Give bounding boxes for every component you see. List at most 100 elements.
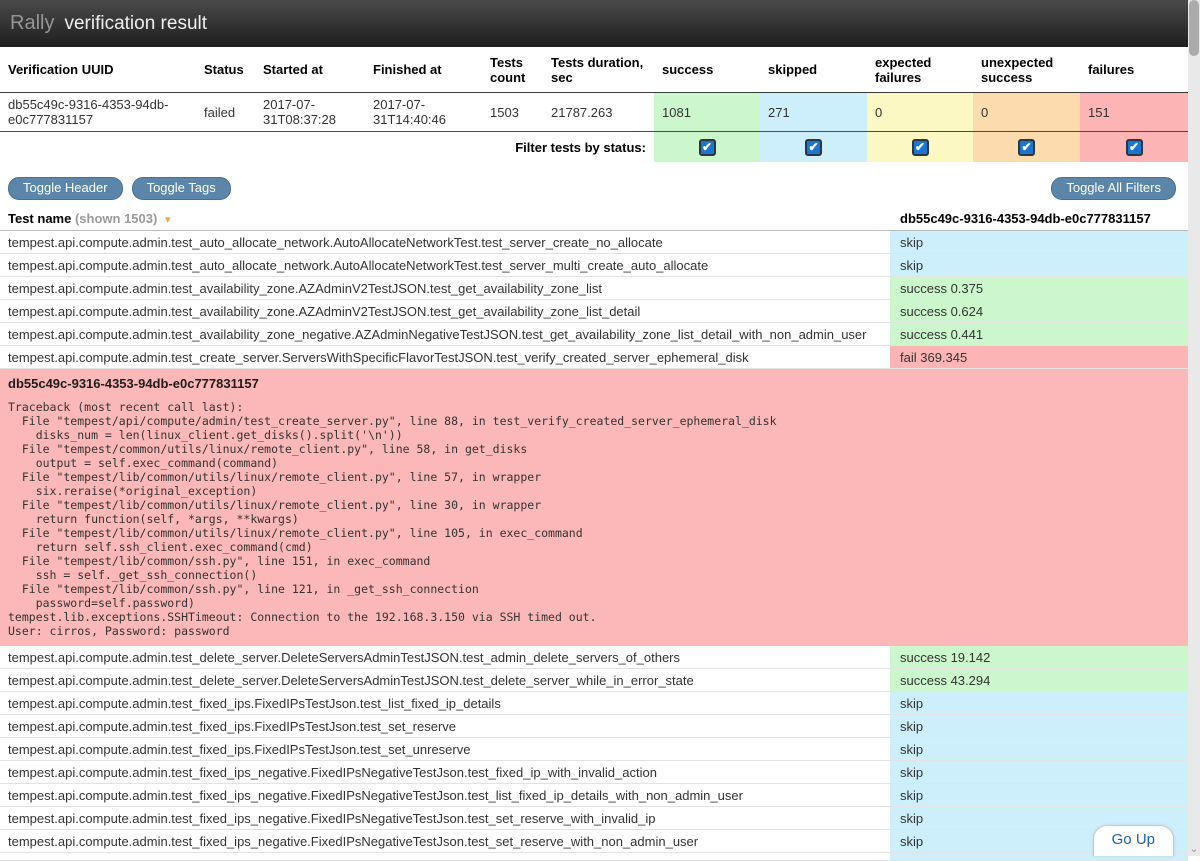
table-row[interactable]: tempest.api.compute.admin.test_fixed_ips…: [0, 715, 1188, 738]
filter-checkbox-failures[interactable]: ✔: [1126, 139, 1143, 156]
test-status-cell: skip: [890, 738, 1188, 760]
verification-uuid-column-header: db55c49c-9316-4353-94db-e0c777831157: [890, 207, 1188, 230]
table-row[interactable]: tempest.api.compute.admin.test_availabil…: [0, 277, 1188, 300]
summary-finished: 2017-07-31T14:40:46: [365, 93, 482, 132]
go-up-button[interactable]: Go Up: [1093, 825, 1174, 856]
summary-uuid: db55c49c-9316-4353-94db-e0c777831157: [0, 93, 196, 132]
test-name-cell: tempest.api.compute.admin.test_availabil…: [0, 323, 890, 345]
traceback-block: db55c49c-9316-4353-94db-e0c777831157 Tra…: [0, 369, 1188, 646]
summary-started: 2017-07-31T08:37:28: [255, 93, 365, 132]
test-name-column-header[interactable]: Test name (shown 1503) ▾: [0, 207, 890, 230]
sort-caret-icon: ▾: [165, 214, 171, 226]
test-name-cell: tempest.api.compute.admin.test_fixed_ips…: [0, 761, 890, 783]
test-status-cell: success 19.142: [890, 646, 1188, 668]
toolbar: Toggle Header Toggle Tags Toggle All Fil…: [8, 177, 1176, 200]
summary-success-count: 1081: [654, 93, 760, 132]
test-name-cell: tempest.api.compute.admin.test_fixed_ips…: [0, 692, 890, 714]
test-name-label: Test name: [8, 211, 71, 226]
col-header-count: Tests count: [482, 47, 543, 93]
checkmark-icon: ✔: [915, 141, 925, 153]
col-header-skipped: skipped: [760, 47, 867, 93]
test-status-cell: skip: [890, 692, 1188, 714]
checkmark-icon: ✔: [1129, 141, 1139, 153]
col-header-finished: Finished at: [365, 47, 482, 93]
table-row[interactable]: tempest.api.compute.admin.test_auto_allo…: [0, 254, 1188, 277]
filter-by-status-label: Filter tests by status:: [0, 132, 654, 162]
tests-table-header: Test name (shown 1503) ▾ db55c49c-9316-4…: [0, 207, 1188, 231]
test-status-cell: skip: [890, 761, 1188, 783]
test-status-cell: skip: [890, 784, 1188, 806]
test-name-cell: tempest.api.compute.admin.test_create_se…: [0, 346, 890, 368]
test-name-cell: tempest.api.compute.admin.test_fixed_ips…: [0, 715, 890, 737]
col-header-success: success: [654, 47, 760, 93]
toggle-all-filters-button[interactable]: Toggle All Filters: [1051, 177, 1176, 200]
table-row[interactable]: tempest.api.compute.admin.test_delete_se…: [0, 669, 1188, 692]
filter-checkbox-success[interactable]: ✔: [699, 139, 716, 156]
scrollbar-thumb[interactable]: [1189, 0, 1199, 56]
summary-status: failed: [196, 93, 255, 132]
test-status-cell: skip: [890, 231, 1188, 253]
test-name-cell: tempest.api.compute.admin.test_delete_se…: [0, 646, 890, 668]
shown-count-label: (shown 1503): [75, 211, 157, 226]
test-status-cell: skip: [890, 715, 1188, 737]
test-name-cell: tempest.api.compute.admin.test_delete_se…: [0, 669, 890, 691]
toggle-tags-button[interactable]: Toggle Tags: [132, 177, 231, 200]
traceback-text: Traceback (most recent call last): File …: [8, 400, 1180, 638]
test-name-cell: tempest.api.compute.admin.test_fixed_ips…: [0, 807, 890, 829]
test-status-cell: skip: [890, 254, 1188, 276]
verification-summary-table: Verification UUID Status Started at Fini…: [0, 47, 1188, 162]
table-row[interactable]: tempest.api.compute.admin.test_create_se…: [0, 346, 1188, 369]
table-row[interactable]: tempest.api.compute.admin.test_availabil…: [0, 323, 1188, 346]
vertical-scrollbar[interactable]: ⌄: [1188, 0, 1200, 856]
checkmark-icon: ✔: [702, 141, 712, 153]
col-header-expected-failures: expected failures: [867, 47, 973, 93]
rally-logo: Rally: [10, 12, 54, 35]
checkmark-icon: ✔: [808, 141, 818, 153]
col-header-unexpected-success: unexpected success: [973, 47, 1080, 93]
page-title: verification result: [64, 13, 207, 35]
col-header-failures: failures: [1080, 47, 1188, 93]
test-rows: tempest.api.compute.admin.test_auto_allo…: [0, 231, 1200, 861]
table-row[interactable]: tempest.api.compute.admin.test_fixed_ips…: [0, 807, 1188, 830]
filter-cell-unexpected-success: ✔: [973, 132, 1080, 162]
summary-tests-duration: 21787.263: [543, 93, 654, 132]
filter-cell-expected-failures: ✔: [867, 132, 973, 162]
test-name-cell: tempest.api.compute.admin.test_fixed_ips…: [0, 830, 890, 852]
summary-expected-failures-count: 0: [867, 93, 973, 132]
table-row[interactable]: [0, 853, 1188, 861]
table-row[interactable]: tempest.api.compute.admin.test_fixed_ips…: [0, 784, 1188, 807]
test-name-cell: tempest.api.compute.admin.test_auto_allo…: [0, 231, 890, 253]
filter-checkbox-expected-failures[interactable]: ✔: [912, 139, 929, 156]
table-row[interactable]: tempest.api.compute.admin.test_availabil…: [0, 300, 1188, 323]
test-status-cell: fail 369.345: [890, 346, 1188, 368]
test-name-cell: tempest.api.compute.admin.test_availabil…: [0, 277, 890, 299]
test-name-cell: tempest.api.compute.admin.test_fixed_ips…: [0, 784, 890, 806]
filter-cell-failures: ✔: [1080, 132, 1188, 162]
col-header-duration: Tests duration, sec: [543, 47, 654, 93]
app-header: Rally verification result: [0, 0, 1188, 47]
checkmark-icon: ✔: [1021, 141, 1031, 153]
table-row[interactable]: tempest.api.compute.admin.test_fixed_ips…: [0, 830, 1188, 853]
scrollbar-down-icon[interactable]: ⌄: [1188, 844, 1200, 855]
toggle-header-button[interactable]: Toggle Header: [8, 177, 123, 200]
summary-skipped-count: 271: [760, 93, 867, 132]
col-header-uuid: Verification UUID: [0, 47, 196, 93]
test-name-cell: tempest.api.compute.admin.test_auto_allo…: [0, 254, 890, 276]
summary-unexpected-success-count: 0: [973, 93, 1080, 132]
test-status-cell: success 0.441: [890, 323, 1188, 345]
filter-checkbox-unexpected-success[interactable]: ✔: [1018, 139, 1035, 156]
traceback-uuid-title: db55c49c-9316-4353-94db-e0c777831157: [8, 376, 1180, 391]
table-row[interactable]: tempest.api.compute.admin.test_fixed_ips…: [0, 761, 1188, 784]
col-header-started: Started at: [255, 47, 365, 93]
table-row[interactable]: tempest.api.compute.admin.test_fixed_ips…: [0, 692, 1188, 715]
summary-failures-count: 151: [1080, 93, 1188, 132]
test-name-cell: [0, 853, 890, 860]
filter-cell-skipped: ✔: [760, 132, 867, 162]
table-row[interactable]: tempest.api.compute.admin.test_delete_se…: [0, 646, 1188, 669]
table-row[interactable]: tempest.api.compute.admin.test_auto_allo…: [0, 231, 1188, 254]
test-status-cell: success 0.624: [890, 300, 1188, 322]
col-header-status: Status: [196, 47, 255, 93]
test-name-cell: tempest.api.compute.admin.test_fixed_ips…: [0, 738, 890, 760]
table-row[interactable]: tempest.api.compute.admin.test_fixed_ips…: [0, 738, 1188, 761]
filter-checkbox-skipped[interactable]: ✔: [805, 139, 822, 156]
